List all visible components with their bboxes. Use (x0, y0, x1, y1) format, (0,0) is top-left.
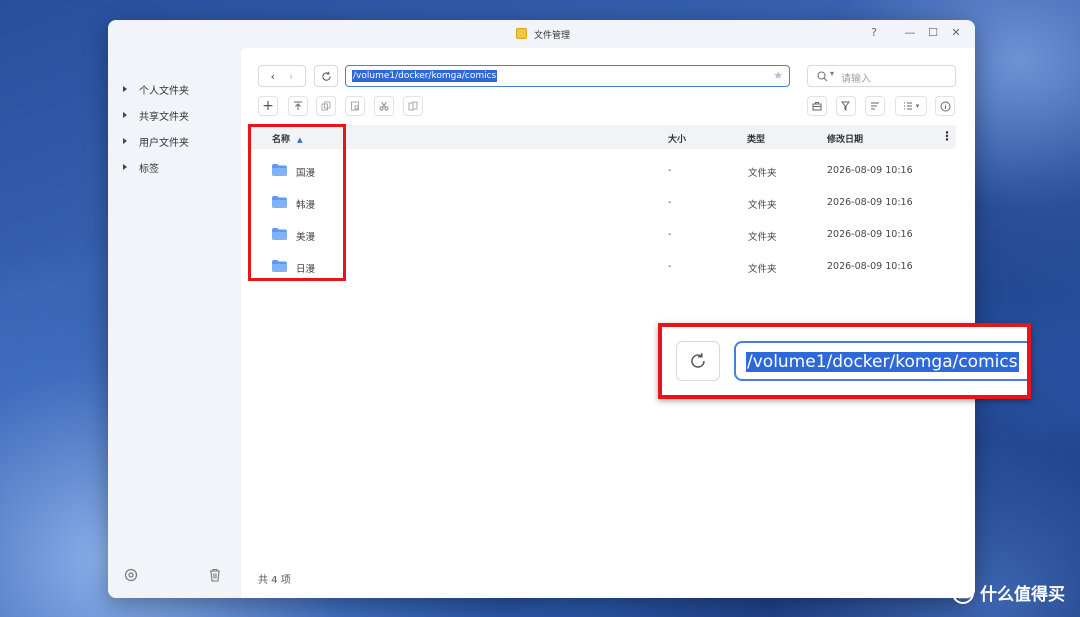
sidebar-item-label: 共享文件夹 (139, 111, 189, 123)
search-input[interactable]: ▾ 请输入 (807, 65, 956, 87)
copy-icon (321, 101, 331, 111)
path-zoom-callout: /volume1/docker/komga/comics (658, 323, 1031, 399)
expand-arrow-icon[interactable] (123, 112, 127, 118)
sidebar: 个人文件夹 共享文件夹 用户文件夹 标签 (108, 48, 240, 598)
window-title: 文件管理 (534, 31, 571, 41)
file-manager-app-icon (516, 28, 527, 39)
search-dropdown-icon[interactable]: ▾ (830, 69, 834, 78)
watermark: 值 什么值得买 (952, 580, 1065, 605)
path-text: /volume1/docker/komga/comics (352, 70, 498, 82)
column-options-icon[interactable]: ⋮ (941, 129, 953, 143)
close-button[interactable]: ✕ (949, 26, 963, 40)
cut-button[interactable] (374, 96, 394, 116)
table-row[interactable]: 国漫 - 文件夹 2026-08-09 10:16 (247, 155, 956, 187)
back-arrow-icon[interactable]: ‹ (271, 70, 275, 83)
minimize-button[interactable]: — (903, 26, 917, 40)
file-size: - (668, 229, 672, 240)
settings-icon[interactable] (124, 568, 138, 582)
info-button[interactable] (935, 96, 955, 116)
search-placeholder: 请输入 (841, 74, 871, 85)
trash-icon[interactable] (208, 568, 222, 582)
file-type: 文件夹 (748, 232, 777, 243)
filter-icon (841, 101, 850, 111)
zoom-path-text: /volume1/docker/komga/comics (746, 352, 1019, 372)
upload-button[interactable] (288, 96, 308, 116)
refresh-icon (691, 353, 705, 368)
file-type: 文件夹 (748, 168, 777, 179)
list-view-icon (903, 102, 912, 110)
file-type: 文件夹 (748, 200, 777, 211)
file-type: 文件夹 (748, 264, 777, 275)
file-modified: 2026-08-09 10:16 (827, 229, 913, 240)
zoom-path-field: /volume1/docker/komga/comics (734, 341, 1027, 381)
sidebar-item-label: 标签 (139, 163, 159, 175)
sidebar-item-shared[interactable]: 共享文件夹 (123, 108, 189, 123)
archive-button[interactable] (807, 96, 827, 116)
column-header-type[interactable]: 类型 (747, 132, 765, 145)
file-size: - (668, 197, 672, 208)
maximize-button[interactable]: ☐ (926, 26, 940, 40)
scissors-icon (379, 101, 389, 111)
favorite-star-icon[interactable]: ★ (773, 69, 783, 82)
file-modified: 2026-08-09 10:16 (827, 261, 913, 272)
help-button[interactable]: ? (867, 26, 881, 40)
zoom-refresh-button (676, 341, 720, 381)
file-size: - (668, 165, 672, 176)
file-modified: 2026-08-09 10:16 (827, 197, 913, 208)
new-button[interactable]: + (258, 96, 278, 116)
duplicate-icon (408, 101, 418, 111)
filter-button[interactable] (836, 96, 856, 116)
column-header-modified[interactable]: 修改日期 (827, 132, 863, 145)
info-icon (940, 101, 950, 111)
plus-icon: + (262, 98, 274, 114)
sort-icon (871, 102, 879, 110)
sidebar-item-personal[interactable]: 个人文件夹 (123, 82, 189, 97)
forward-arrow-icon[interactable]: › (289, 70, 293, 83)
expand-arrow-icon[interactable] (123, 86, 127, 92)
table-header: 名称 ▲ 大小 类型 修改日期 ⋮ (247, 125, 956, 149)
view-mode-button[interactable]: ▾ (895, 96, 927, 116)
upload-icon (294, 101, 302, 110)
expand-arrow-icon[interactable] (123, 138, 127, 144)
paste-button[interactable] (345, 96, 365, 116)
expand-arrow-icon[interactable] (123, 164, 127, 170)
dropdown-caret-icon: ▾ (915, 102, 920, 110)
sidebar-item-label: 用户文件夹 (139, 137, 189, 149)
sidebar-item-label: 个人文件夹 (139, 85, 189, 97)
column-header-size[interactable]: 大小 (668, 132, 686, 145)
path-input[interactable]: /volume1/docker/komga/comics ★ (345, 65, 790, 87)
paste-icon (351, 101, 359, 111)
watermark-logo-icon: 值 (952, 581, 974, 604)
refresh-button[interactable] (314, 65, 338, 87)
table-row[interactable]: 韩漫 - 文件夹 2026-08-09 10:16 (247, 187, 956, 219)
sort-button[interactable] (865, 96, 885, 116)
item-count: 共 4 项 (258, 575, 291, 586)
sidebar-item-tags[interactable]: 标签 (123, 160, 159, 175)
copy-button[interactable] (316, 96, 336, 116)
sidebar-item-users[interactable]: 用户文件夹 (123, 134, 189, 149)
file-modified: 2026-08-09 10:16 (827, 165, 913, 176)
title-bar: 文件管理 ? — ☐ ✕ (108, 20, 975, 48)
nav-buttons-group: ‹ › (258, 65, 306, 87)
table-row[interactable]: 美漫 - 文件夹 2026-08-09 10:16 (247, 219, 956, 251)
name-column-highlight (248, 124, 346, 281)
file-manager-window: 文件管理 ? — ☐ ✕ 个人文件夹 共享文件夹 用户文件夹 标签 ‹ › /v… (108, 20, 975, 598)
watermark-text: 什么值得买 (980, 585, 1065, 605)
search-icon (817, 71, 828, 82)
table-row[interactable]: 日漫 - 文件夹 2026-08-09 10:16 (247, 251, 956, 283)
briefcase-icon (812, 102, 822, 111)
file-size: - (668, 261, 672, 272)
refresh-icon (321, 71, 331, 81)
duplicate-button[interactable] (403, 96, 423, 116)
